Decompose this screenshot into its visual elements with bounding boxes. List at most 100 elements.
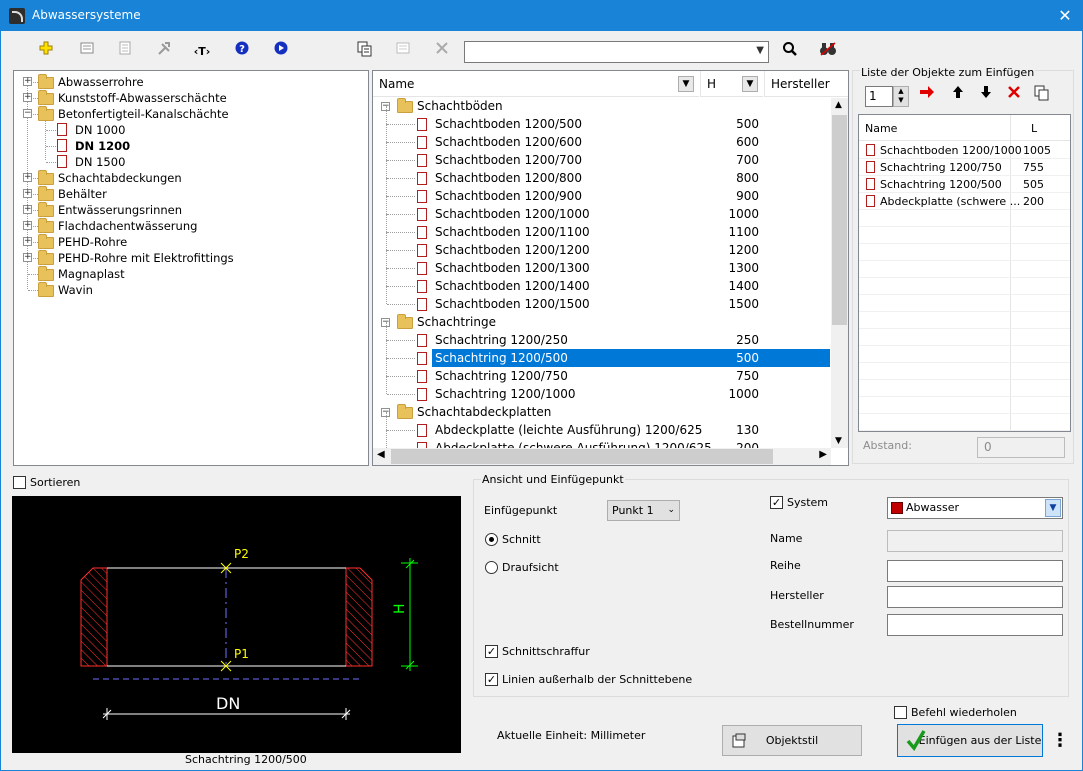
name-input[interactable] <box>887 530 1063 552</box>
insert-list-row[interactable]: Schachtring 1200/750 755 <box>859 159 1070 176</box>
h-filter-dropdown[interactable]: ▼ <box>742 76 758 92</box>
object-list[interactable]: Name ▼ H ▼ Hersteller − Schachtböden Schac… <box>372 70 849 466</box>
expander-icon[interactable]: + <box>23 253 32 262</box>
tree-item[interactable]: Wavin <box>14 282 364 298</box>
list-row[interactable]: Schachtboden 1200/1400 1400 <box>373 268 831 295</box>
list-row[interactable]: Schachtboden 1200/900 900 <box>373 178 831 205</box>
list-row[interactable]: Schachtboden 1200/500 500 <box>373 106 831 133</box>
schnittschraffur-checkbox[interactable]: ✓ <box>485 645 498 658</box>
column-header-hersteller[interactable]: Hersteller <box>764 71 848 97</box>
remove-icon[interactable] <box>1002 85 1026 107</box>
tree-item[interactable]: + Schachtabdeckungen <box>14 170 364 186</box>
tree-item[interactable]: + Behälter <box>14 186 364 202</box>
scroll-up-icon[interactable]: ▲ <box>835 100 842 110</box>
tree-item[interactable]: + PEHD-Rohre <box>14 234 364 250</box>
list-horizontal-scrollbar[interactable]: ◀ ▶ <box>373 448 831 465</box>
paste-icon[interactable] <box>391 41 415 63</box>
linien-checkbox[interactable]: ✓ <box>485 673 498 686</box>
list-row[interactable]: Schachtboden 1200/1200 1200 <box>373 232 831 259</box>
scroll-thumb[interactable] <box>832 115 847 325</box>
tree-item[interactable]: + Abwasserrohre <box>14 74 364 90</box>
list-row[interactable]: Abdeckplatte (leichte Ausführung) 1200/6… <box>373 412 831 439</box>
abstand-input[interactable]: 0 <box>977 437 1065 458</box>
list-row[interactable]: Schachtring 1200/500 500 <box>373 340 831 367</box>
expander-icon[interactable]: + <box>23 189 32 198</box>
list-row[interactable]: Schachtboden 1200/1300 1300 <box>373 250 831 277</box>
scroll-down-icon[interactable]: ▼ <box>835 436 842 446</box>
list-row[interactable]: Schachtring 1200/1000 1000 <box>373 376 831 403</box>
scroll-right-icon[interactable]: ▶ <box>819 449 827 460</box>
tree-item[interactable]: + Entwässerungsrinnen <box>14 202 364 218</box>
repeat-checkbox[interactable] <box>894 706 907 719</box>
properties-icon[interactable] <box>75 41 99 63</box>
tree-item[interactable]: DN 1500 <box>14 154 364 170</box>
arrow-down-icon[interactable] <box>974 85 998 107</box>
expander-icon[interactable]: + <box>23 173 32 182</box>
draufsicht-radio[interactable] <box>485 561 498 574</box>
expander-icon[interactable]: − <box>23 109 32 118</box>
category-tree[interactable]: + Abwasserrohre + Kunststoff-Abwasserschäch… <box>13 70 369 466</box>
list-row[interactable]: Schachtring 1200/250 250 <box>373 322 831 349</box>
hscroll-thumb[interactable] <box>391 449 773 464</box>
bestellnummer-input[interactable] <box>887 614 1063 636</box>
count-spinner[interactable]: ▲ ▼ <box>893 86 909 107</box>
copy-icon[interactable] <box>353 41 377 63</box>
count-input[interactable]: 1 <box>865 86 893 107</box>
reihe-input[interactable] <box>887 560 1063 582</box>
search-icon[interactable] <box>778 41 802 63</box>
schnitt-radio[interactable] <box>485 533 498 546</box>
tree-item[interactable]: − Betonfertigteil-Kanalschächte <box>14 106 364 122</box>
add-icon[interactable] <box>34 41 58 63</box>
expander-icon[interactable]: + <box>23 205 32 214</box>
tree-item[interactable]: + Kunststoff-Abwasserschächte <box>14 90 364 106</box>
list-group[interactable]: − Schachtböden <box>373 97 831 115</box>
play-icon[interactable] <box>269 41 293 63</box>
copy-list-icon[interactable] <box>1030 85 1054 107</box>
list-row[interactable]: Schachtboden 1200/1000 1000 <box>373 196 831 223</box>
list-vertical-scrollbar[interactable]: ▲ ▼ <box>831 98 848 448</box>
list-row[interactable]: Schachtboden 1200/1100 1100 <box>373 214 831 241</box>
scroll-left-icon[interactable]: ◀ <box>377 449 385 460</box>
sort-checkbox[interactable] <box>13 476 26 489</box>
tree-item[interactable]: DN 1200 <box>14 138 364 154</box>
insert-list-row[interactable]: Abdeckplatte (schwere ... 200 <box>859 193 1070 210</box>
more-options-icon[interactable]: ⋮ <box>1050 725 1070 756</box>
help-icon[interactable]: ? <box>230 41 254 63</box>
document-icon[interactable] <box>113 41 137 63</box>
list-row[interactable]: Schachtboden 1200/700 700 <box>373 142 831 169</box>
insert-from-list-button[interactable]: Einfügen aus der Liste <box>897 724 1043 757</box>
tree-item[interactable]: + PEHD-Rohre mit Elektrofittings <box>14 250 364 266</box>
insertpoint-select[interactable]: Punkt 1 ⌄ <box>607 500 680 521</box>
tree-item[interactable]: + Flachdachentwässerung <box>14 218 364 234</box>
list-row[interactable]: Schachtring 1200/750 750 <box>373 358 831 385</box>
column-header-name[interactable]: Name <box>373 71 699 97</box>
system-select[interactable]: Abwasser ▼ <box>887 497 1063 519</box>
expander-icon[interactable]: + <box>23 237 32 246</box>
system-checkbox[interactable]: ✓ <box>770 496 783 509</box>
objektstil-button[interactable]: Objektstil <box>722 725 862 756</box>
insert-list-row[interactable]: Schachtring 1200/500 505 <box>859 176 1070 193</box>
list-group[interactable]: − Schachtringe <box>373 313 831 331</box>
list-row[interactable]: Schachtboden 1200/600 600 <box>373 124 831 151</box>
list-row[interactable]: Schachtboden 1200/800 800 <box>373 160 831 187</box>
insert-list-table[interactable]: Name L Schachtboden 1200/1000 1005 Schacht… <box>858 114 1071 432</box>
arrow-right-icon[interactable] <box>915 85 939 107</box>
expander-icon[interactable]: + <box>23 221 32 230</box>
close-icon[interactable]: ✕ <box>1054 5 1076 27</box>
text-tag-icon[interactable]: ‹T› <box>190 41 214 63</box>
tools-icon[interactable] <box>152 41 176 63</box>
list-row-h: 500 <box>736 351 759 365</box>
list-group[interactable]: − Schachtabdeckplatten <box>373 403 831 421</box>
expander-icon[interactable]: + <box>23 93 32 102</box>
name-filter-dropdown[interactable]: ▼ <box>678 76 694 92</box>
arrow-up-icon[interactable] <box>946 85 970 107</box>
list-row[interactable]: Schachtboden 1200/1500 1500 <box>373 286 831 313</box>
tree-item[interactable]: DN 1000 <box>14 122 364 138</box>
search-combo[interactable]: ▼ <box>464 41 769 63</box>
expander-icon[interactable]: + <box>23 77 32 86</box>
binoculars-icon[interactable] <box>816 41 840 63</box>
delete-icon[interactable] <box>430 41 454 63</box>
hersteller-input[interactable] <box>887 586 1063 608</box>
insert-list-row[interactable]: Schachtboden 1200/1000 1005 <box>859 142 1070 159</box>
tree-item[interactable]: Magnaplast <box>14 266 364 282</box>
